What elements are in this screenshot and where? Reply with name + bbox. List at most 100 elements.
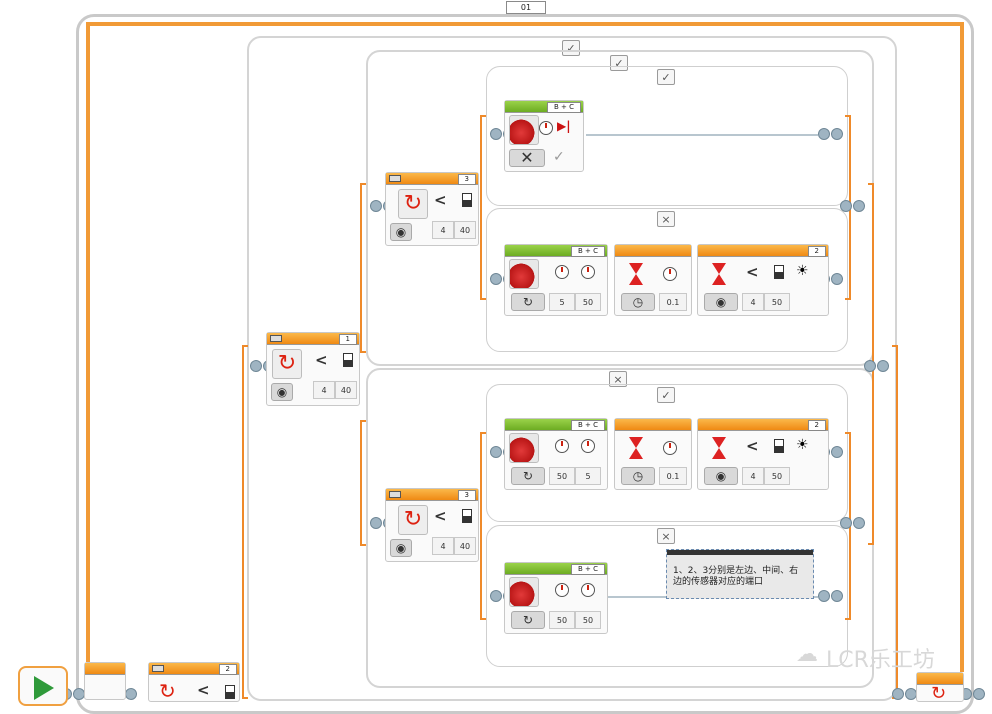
motor-b2-p2[interactable]: 50 (575, 611, 601, 629)
switch1-param-a[interactable]: 4 (313, 381, 335, 399)
sensor-icon (774, 439, 784, 453)
sensor-icon (774, 265, 784, 279)
hourglass-icon (629, 437, 643, 459)
sensor-mode-icon[interactable]: ◉ (271, 383, 293, 401)
switch3-top-compare[interactable]: < (434, 191, 447, 209)
plug (892, 688, 918, 700)
switch1-port[interactable]: 1 (338, 334, 357, 345)
brick-icon (270, 335, 282, 342)
motor-b2-p1[interactable]: 50 (549, 611, 575, 629)
loop-label[interactable]: 01 (506, 1, 546, 14)
stop-icon: ▶| (557, 119, 571, 133)
motor-b1-block[interactable]: B + C ↻ 50 5 (504, 418, 608, 490)
switch1-compare[interactable]: < (315, 351, 328, 369)
play-icon (34, 676, 54, 700)
wait-sensor-b1-block[interactable]: 2 < ☀ ◉ 4 50 (697, 418, 829, 490)
timer-mode-icon[interactable]: ◷ (621, 467, 655, 485)
wait-sensor-t2-a[interactable]: 4 (742, 293, 764, 311)
wait-t2-header (615, 245, 691, 257)
light-icon: ☀ (796, 437, 809, 453)
switch3-bottom-port[interactable]: 3 (457, 490, 476, 501)
off-toggle-icon[interactable]: ✕ (509, 149, 545, 167)
rotation-icon[interactable]: ↻ (511, 467, 545, 485)
wait-sensor-b1-header: 2 (698, 419, 828, 431)
sensor-mode-icon[interactable]: ◉ (390, 223, 412, 241)
inner-b-false-tab[interactable]: × (657, 528, 675, 544)
brick-icon (389, 175, 401, 182)
loop-bar-right (960, 22, 964, 672)
wait-b1-value[interactable]: 0.1 (659, 467, 687, 485)
motor-icon (509, 259, 539, 289)
motor-b2-block[interactable]: B + C ↻ 50 50 (504, 562, 608, 634)
wait-sensor-t2-compare[interactable]: < (746, 263, 759, 281)
wire-stop (586, 134, 818, 136)
wait-t2-value[interactable]: 0.1 (659, 293, 687, 311)
wait-b1-block[interactable]: ◷ 0.1 (614, 418, 692, 490)
motor-t2-p2[interactable]: 50 (575, 293, 601, 311)
wait-sensor-b1-b[interactable]: 50 (764, 467, 790, 485)
sensor-icon (462, 193, 472, 207)
switch3-bottom-compare[interactable]: < (434, 507, 447, 525)
motor-t2-p1[interactable]: 5 (549, 293, 575, 311)
timer-mode-icon[interactable]: ◷ (621, 293, 655, 311)
wait-sensor-b1-a[interactable]: 4 (742, 467, 764, 485)
sensor-mode-icon[interactable]: ◉ (704, 467, 738, 485)
switch3-top-port[interactable]: 3 (457, 174, 476, 185)
motor-stop-header: B + C (505, 101, 583, 113)
power-dial-icon (581, 583, 595, 597)
start-block[interactable] (18, 666, 68, 706)
plug (864, 360, 890, 372)
switch1-param-b[interactable]: 40 (335, 381, 357, 399)
wait-sensor-t2-b[interactable]: 50 (764, 293, 790, 311)
motor-b1-p2[interactable]: 5 (575, 467, 601, 485)
wait-sensor-b1-port[interactable]: 2 (807, 420, 826, 431)
switch-rotate-icon: ↻ (398, 189, 428, 219)
comment-text[interactable]: 1、2、3分别是左边、中间、右边的传感器对应的端口 (673, 566, 798, 587)
switch3-top-param-a[interactable]: 4 (432, 221, 454, 239)
switch3-bottom-param-a[interactable]: 4 (432, 537, 454, 555)
motor-icon (509, 433, 539, 463)
bottom-switch-header: 2 (149, 663, 239, 675)
sensor-mode-icon[interactable]: ◉ (390, 539, 412, 557)
wait-sensor-t2-block[interactable]: 2 < ☀ ◉ 4 50 (697, 244, 829, 316)
power-dial-icon (581, 439, 595, 453)
wait-b1-header (615, 419, 691, 431)
switch3-top-param-b[interactable]: 40 (454, 221, 476, 239)
motor-t2-header: B + C (505, 245, 607, 257)
power-dial-icon (555, 583, 569, 597)
switch3-top-bracket-left (360, 183, 366, 353)
inner-a-bracket-left (480, 115, 486, 300)
wait-sensor-t2-header: 2 (698, 245, 828, 257)
motor-t2-block[interactable]: B + C ↻ 5 50 (504, 244, 608, 316)
switch3-bottom-header: 3 (386, 489, 478, 501)
comment-box[interactable]: 1、2、3分别是左边、中间、右边的传感器对应的端口 (666, 549, 814, 599)
rotation-icon[interactable]: ↻ (511, 293, 545, 311)
bottom-switch-port[interactable]: 2 (218, 664, 237, 675)
motor-b2-ports[interactable]: B + C (570, 564, 605, 575)
motor-b1-ports[interactable]: B + C (570, 420, 605, 431)
switch3-top-block[interactable]: 3 ↻ < ◉ 4 40 (385, 172, 479, 246)
timer-icon (663, 441, 677, 455)
switch3-bottom-block[interactable]: 3 ↻ < ◉ 4 40 (385, 488, 479, 562)
inner-a-false-tab[interactable]: × (657, 211, 675, 227)
rotation-icon[interactable]: ↻ (511, 611, 545, 629)
switch3-bottom-param-b[interactable]: 40 (454, 537, 476, 555)
bottom-switch-compare[interactable]: < (197, 681, 210, 699)
wait-sensor-t2-port[interactable]: 2 (807, 246, 826, 257)
motor-t2-ports[interactable]: B + C (570, 246, 605, 257)
inner-a-true-tab[interactable]: ✓ (657, 69, 675, 85)
sensor-mode-icon[interactable]: ◉ (704, 293, 738, 311)
loop-end-block[interactable]: ↻ (916, 672, 964, 704)
switch1-block[interactable]: 1 ↻ < ◉ 4 40 (266, 332, 360, 406)
motor-stop-block[interactable]: B + C ▶| ✕ ✓ (504, 100, 584, 172)
hourglass-icon (712, 263, 726, 285)
wait-sensor-b1-compare[interactable]: < (746, 437, 759, 455)
bottom-switch-block[interactable]: 2 ↻ < (148, 662, 240, 703)
power-dial-icon (581, 265, 595, 279)
motor-b1-p1[interactable]: 50 (549, 467, 575, 485)
inner-b-true-tab[interactable]: ✓ (657, 387, 675, 403)
wait-t2-block[interactable]: ◷ 0.1 (614, 244, 692, 316)
start-loop-block[interactable] (84, 662, 126, 700)
plug (818, 590, 844, 602)
motor-stop-ports[interactable]: B + C (546, 102, 581, 113)
